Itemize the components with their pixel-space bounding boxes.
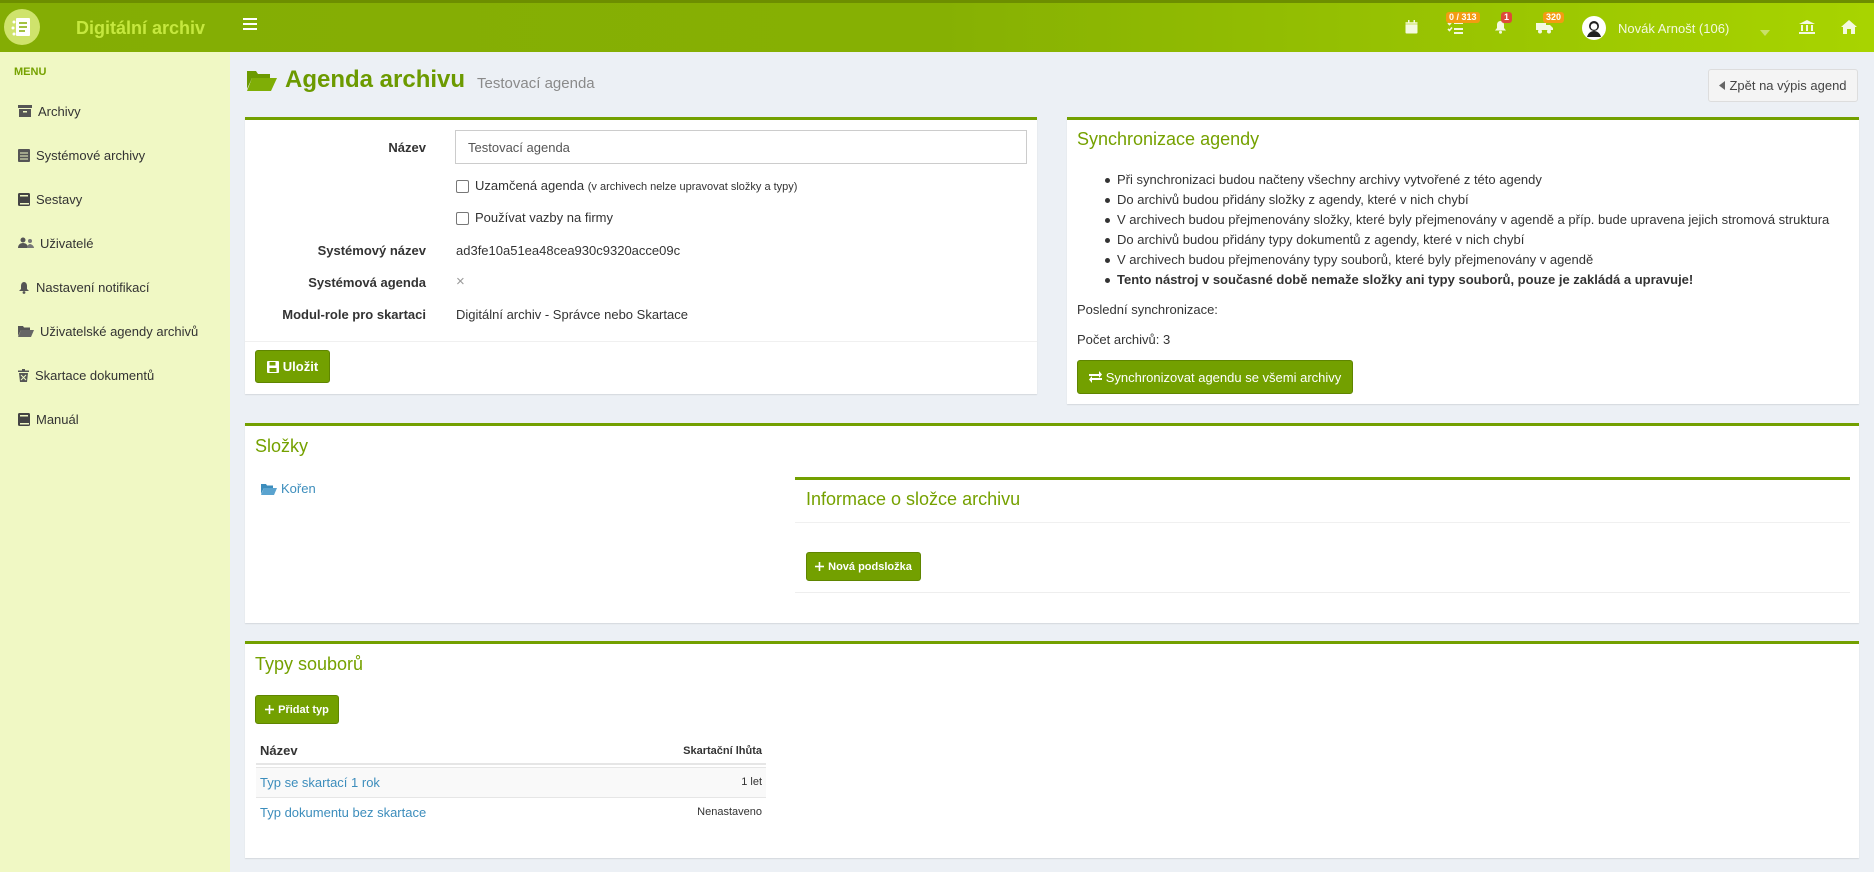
sync-info-item: Do archivů budou přidány typy dokumentů … (1104, 232, 1525, 247)
use-company-links-checkbox[interactable] (456, 212, 469, 225)
home-icon[interactable] (1838, 17, 1860, 37)
name-label: Název (388, 140, 426, 155)
tasks-badge: 0 / 313 (1446, 12, 1480, 23)
chevron-down-icon[interactable] (1760, 23, 1770, 39)
sync-all-archives-button[interactable]: Synchronizovat agendu se všemi archivy (1077, 360, 1353, 394)
sync-warning: Tento nástroj v současné době nemaže slo… (1104, 272, 1694, 287)
table-row: Typ dokumentu bez skartace Nenastaveno (256, 797, 766, 827)
avatar (1582, 16, 1606, 40)
last-sync-label: Poslední synchronizace: (1077, 302, 1218, 317)
name-input[interactable] (455, 130, 1027, 164)
app-title: Digitální archiv (76, 18, 206, 38)
file-type-link[interactable]: Typ se skartací 1 rok (260, 775, 380, 790)
book-icon (18, 192, 30, 206)
notifications-badge: 1 (1501, 12, 1513, 23)
sidebar-item-label: Systémové archivy (36, 147, 146, 163)
sidebar-item-label: Sestavy (36, 191, 83, 207)
table-row: Typ se skartací 1 rok 1 let (256, 767, 766, 797)
folder-open-icon (18, 326, 34, 337)
file-types-title: Typy souborů (255, 654, 364, 674)
sidebar-item-users[interactable]: Uživatelé (18, 231, 93, 255)
add-type-button[interactable]: Přidat typ (255, 695, 339, 724)
sidebar-item-notification-settings[interactable]: Nastavení notifikací (18, 275, 149, 299)
sidebar-item-shredding[interactable]: Skartace dokumentů (18, 363, 154, 387)
sync-info-item: Při synchronizaci budou načteny všechny … (1105, 172, 1542, 187)
user-menu[interactable]: Novák Arnošt (106) (1582, 16, 1729, 40)
module-role-label: Modul-role pro skartaci (282, 307, 426, 322)
sidebar-item-label: Manuál (36, 411, 79, 427)
sidebar-item-user-agendas[interactable]: Uživatelské agendy archivů (18, 319, 198, 343)
chevron-left-icon (1719, 81, 1726, 90)
column-period-header: Skartační lhůta (683, 745, 762, 757)
system-name-value: ad3fe10a51ea48cea930c9320acce09c (456, 243, 681, 258)
file-types-table-header: Název Skartační lhůta (256, 737, 766, 765)
user-name: Novák Arnošt (106) (1618, 20, 1730, 36)
bell-icon[interactable]: 1 (1489, 12, 1513, 37)
folder-tree-root[interactable]: Kořen (261, 481, 316, 496)
folder-root-label: Kořen (281, 481, 316, 496)
column-name-header: Název (260, 743, 298, 758)
calendar-icon[interactable] (1400, 17, 1422, 37)
sidebar-item-label: Nastavení notifikací (36, 279, 150, 295)
sidebar-item-system-archives[interactable]: Systémové archivy (18, 143, 145, 167)
book-icon (18, 412, 30, 426)
file-type-period: Nenastaveno (697, 806, 762, 818)
locked-agenda-note: (v archivech nelze upravovat složky a ty… (587, 181, 798, 193)
sync-info-item: Do archivů budou přidány složky z agendy… (1105, 192, 1469, 207)
new-subfolder-button[interactable]: Nová podsložka (806, 552, 921, 581)
page-header: Agenda archivu Testovací agenda (247, 64, 595, 96)
back-to-list-button[interactable]: Zpět na výpis agend (1708, 69, 1858, 102)
page-title: Agenda archivu (285, 66, 466, 93)
trash-icon (18, 368, 29, 382)
archive-count: Počet archivů: 3 (1077, 332, 1171, 347)
sidebar-item-label: Skartace dokumentů (35, 367, 155, 383)
sidebar-item-manual[interactable]: Manuál (18, 407, 79, 431)
folder-open-icon (247, 71, 277, 91)
sidebar-item-label: Uživatelské agendy archivů (40, 323, 199, 339)
tasks-icon[interactable]: 0 / 313 (1444, 12, 1480, 37)
system-name-label: Systémový název (317, 243, 426, 258)
sidebar-item-label: Uživatelé (40, 235, 94, 251)
truck-icon[interactable]: 320 (1533, 12, 1565, 37)
folders-title: Složky (255, 436, 309, 456)
plus-icon (265, 705, 275, 714)
locked-agenda-checkbox[interactable] (456, 180, 469, 193)
sidebar: MENU Archivy Systémové archivy Sestavy U… (0, 52, 230, 872)
logo (4, 9, 40, 45)
institution-icon[interactable] (1796, 17, 1818, 37)
module-role-value: Digitální archiv - Správce nebo Skartace (456, 307, 688, 322)
top-navbar: Digitální archiv 0 / 313 1 320 Novák Arn… (0, 0, 1874, 52)
sidebar-item-label: Archivy (38, 103, 81, 119)
users-icon (18, 237, 34, 248)
database-icon (18, 148, 30, 162)
save-icon (266, 360, 279, 373)
system-agenda-label: Systémová agenda (308, 275, 426, 290)
file-type-link[interactable]: Typ dokumentu bez skartace (260, 805, 426, 820)
exchange-icon (1088, 371, 1102, 383)
sync-info-item: V archivech budou přejmenovány složky, k… (1104, 212, 1830, 227)
brand[interactable]: Digitální archiv (0, 3, 230, 52)
close-icon: × (456, 273, 465, 290)
archive-icon (18, 105, 32, 117)
bell-icon (19, 281, 29, 294)
page-subtitle: Testovací agenda (477, 74, 595, 92)
file-type-period: 1 let (741, 776, 762, 788)
locked-agenda-text: Uzamčená agenda (475, 178, 585, 193)
sidebar-item-reports[interactable]: Sestavy (18, 187, 82, 211)
save-button[interactable]: Uložit (255, 350, 330, 383)
sidebar-item-archives[interactable]: Archivy (18, 99, 81, 123)
folder-info-title: Informace o složce archivu (806, 489, 1021, 509)
transfers-badge: 320 (1543, 12, 1565, 23)
use-company-links-label: Používat vazby na firmy (475, 210, 613, 225)
folder-open-icon (261, 483, 277, 495)
sync-title: Synchronizace agendy (1077, 129, 1260, 149)
sync-info-item: V archivech budou přejmenovány typy soub… (1104, 252, 1594, 267)
plus-icon (815, 562, 825, 571)
menu-toggle-icon[interactable] (243, 18, 257, 32)
menu-header: MENU (14, 66, 47, 78)
locked-agenda-label: Uzamčená agenda (v archivech nelze uprav… (475, 178, 797, 193)
